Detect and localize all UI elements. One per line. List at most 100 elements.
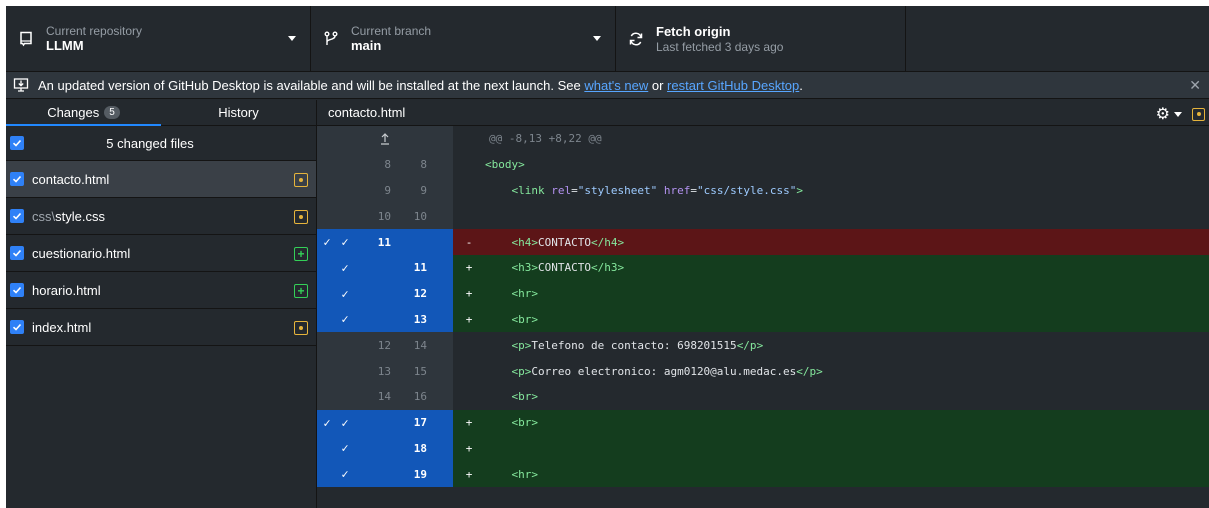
line-gutter[interactable]: ✓ ✓ 17 [317,409,453,436]
whats-new-link[interactable]: what's new [584,78,648,93]
line-gutter: 88 [317,151,453,178]
code-text: <h4>CONTACTO</h4> [511,235,625,249]
fetch-origin-button[interactable]: Fetch origin Last fetched 3 days ago [616,6,906,71]
new-line-number: 16 [413,390,427,404]
check-icon[interactable]: ✓ [341,261,348,275]
check-icon[interactable]: ✓ [341,287,348,301]
old-line-number: 11 [377,235,391,249]
changes-count-badge: 5 [104,106,120,119]
code-text: <hr> [511,467,539,481]
check-icon[interactable]: ✓ [341,235,348,249]
diff-line-added[interactable]: ✓ 13 + <br> [317,306,1209,333]
diff-line-added[interactable]: ✓ 12 + <hr> [317,280,1209,307]
code-text: <hr> [511,287,539,301]
gear-icon[interactable]: ⚙ [1156,104,1170,124]
code-text: <br> [511,390,539,404]
file-modified-icon [294,321,308,335]
select-all-checkbox[interactable] [10,136,24,150]
diff-line-context: 10 10 [317,203,1209,230]
diff-line-added[interactable]: ✓ 18 + [317,435,1209,462]
restart-link[interactable]: restart GitHub Desktop [667,78,799,93]
banner-end: . [799,77,803,93]
file-checkbox[interactable] [10,172,24,186]
check-icon[interactable]: ✓ [341,312,348,326]
file-row[interactable]: css\style.css [6,198,316,235]
file-name: contacto.html [32,171,110,187]
new-line-number: 17 [413,416,427,430]
check-icon[interactable]: ✓ [323,416,330,430]
file-checkbox[interactable] [10,246,24,260]
new-line-number: 10 [413,209,427,223]
repo-name: LLMM [46,37,84,53]
diff-line-added[interactable]: ✓ 19 + <hr> [317,461,1209,488]
banner-text: An updated version of GitHub Desktop is … [38,77,585,93]
new-line-number: 9 [420,183,427,197]
check-icon[interactable]: ✓ [341,416,348,430]
new-line-number: 12 [413,287,427,301]
new-line-number: 19 [413,467,427,481]
diff-line-added[interactable]: ✓ ✓ 17 + <br> [317,409,1209,436]
chevron-down-icon[interactable] [1174,111,1182,117]
old-line-number: 10 [377,209,391,223]
file-checkbox[interactable] [10,320,24,334]
file-row[interactable]: horario.html + [6,272,316,309]
diff-line-context: 8 8 <body> [317,151,1209,178]
code-text: <link rel="stylesheet" href="css/style.c… [511,183,803,197]
new-line-number: 11 [413,261,427,275]
diff-line-added[interactable]: ✓ 11 + <h3>CONTACTO</h3> [317,254,1209,281]
close-icon[interactable]: ✕ [1189,77,1201,94]
file-name: horario.html [32,282,101,298]
check-icon[interactable]: ✓ [341,441,348,455]
tab-changes-label: Changes [47,105,100,120]
old-line-number: 13 [377,364,391,378]
line-gutter[interactable]: ✓ 18 [317,435,453,462]
code-text: <p>Telefono de contacto: 698201515</p> [511,338,764,352]
file-row[interactable]: cuestionario.html + [6,235,316,272]
line-gutter[interactable]: ✓ 13 [317,306,453,333]
repo-icon [14,27,38,51]
diff-line-deleted[interactable]: ✓ ✓ 11 - <h4>CONTACTO</h4> [317,229,1209,255]
diff-marker: + [465,261,473,275]
file-row[interactable]: contacto.html [6,161,316,198]
diff-marker: + [465,312,473,326]
tab-history[interactable]: History [161,100,316,125]
line-gutter: 12 14 [317,332,453,359]
file-row[interactable]: index.html [6,309,316,346]
code-text: <br> [511,312,539,326]
check-icon[interactable]: ✓ [341,467,348,481]
current-branch-button[interactable]: Current branch main [311,6,616,71]
desktop-download-icon [12,76,30,94]
code-text: <br> [511,416,539,430]
current-repository-button[interactable]: Current repository LLMM [6,6,311,71]
tab-changes[interactable]: Changes 5 [6,100,161,126]
expand-up-icon[interactable] [317,126,453,152]
line-gutter[interactable]: ✓ 11 [317,254,453,281]
line-gutter[interactable]: ✓ 12 [317,280,453,307]
code-text: <body> [485,158,525,172]
branch-name: main [351,37,382,53]
file-name: index.html [32,319,92,335]
file-added-icon: + [294,284,308,298]
check-icon[interactable]: ✓ [323,235,330,249]
diff-header: contacto.html ⚙ [317,100,1209,126]
banner-or: or [648,77,668,93]
code-text: <p>Correo electronico: agm0120@alu.medac… [511,364,823,378]
line-gutter[interactable]: ✓ ✓ 11 [317,229,453,255]
file-name: css\style.css [32,208,105,224]
main-area: Changes 5 History 5 changed files contac… [6,100,1209,508]
chevron-down-icon [593,36,601,41]
hunk-text: @@ -8,13 +8,22 @@ [489,132,602,146]
new-line-number: 13 [413,312,427,326]
old-line-number: 14 [377,390,391,404]
diff-marker: + [465,441,473,455]
diff-marker: - [465,235,473,249]
file-checkbox[interactable] [10,209,24,223]
file-modified-icon [294,173,308,187]
new-line-number: 8 [420,158,427,172]
diff-line-context: 99 <link rel="stylesheet" href="css/styl… [317,177,1209,204]
line-gutter[interactable]: ✓ 19 [317,461,453,488]
file-checkbox[interactable] [10,283,24,297]
file-list: contacto.html css\style.css cuestionario.h… [6,161,316,346]
file-modified-icon [294,210,308,224]
line-gutter: 14 16 [317,383,453,410]
